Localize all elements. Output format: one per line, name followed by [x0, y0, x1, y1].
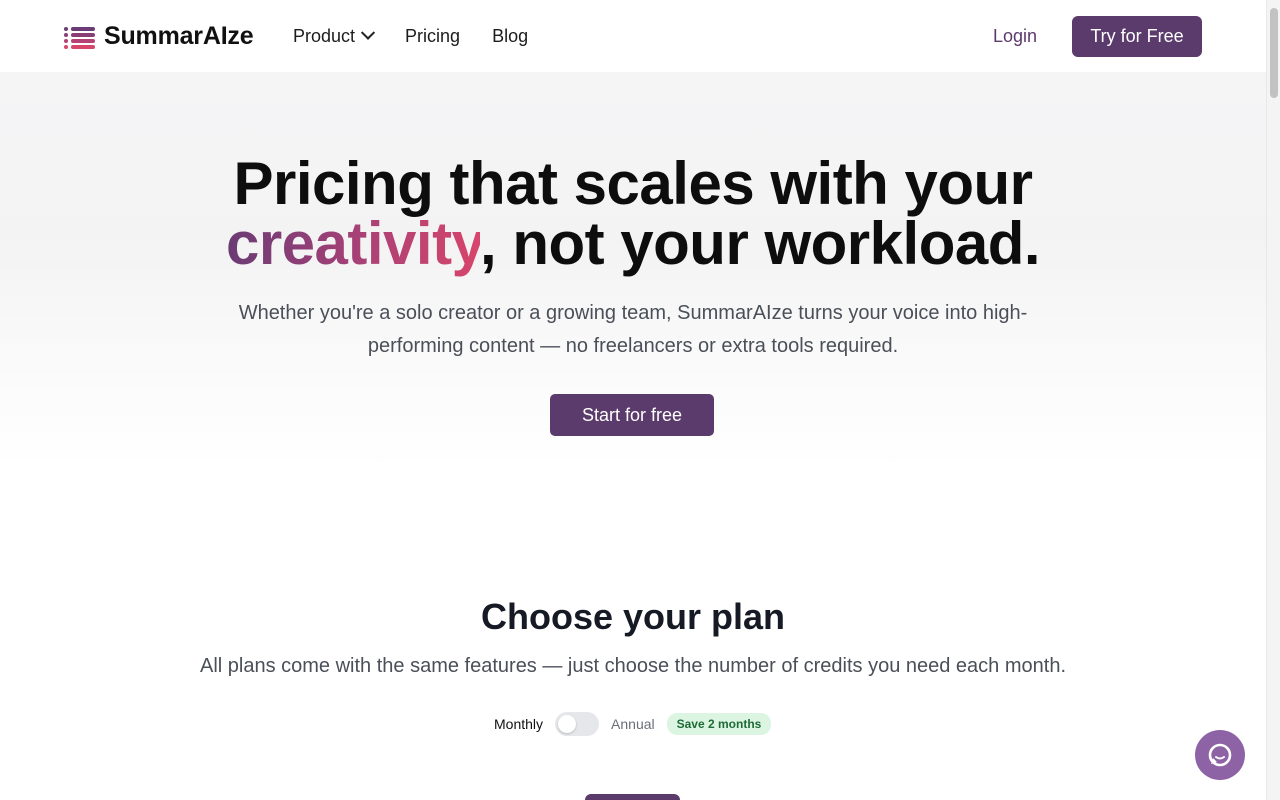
- save-badge: Save 2 months: [666, 713, 772, 735]
- chat-bubble-icon: [1208, 743, 1232, 767]
- nav-item-label: Product: [293, 26, 356, 46]
- brand-logo[interactable]: SummarAIze: [64, 22, 254, 51]
- hero-subtitle: Whether you're a solo creator or a growi…: [238, 302, 1028, 357]
- brand-name: SummarAIze: [104, 22, 254, 50]
- billing-toggle-group: Monthly Annual Save 2 months: [494, 712, 772, 736]
- billing-annual-label[interactable]: Annual: [611, 716, 655, 732]
- hero-title-line1: Pricing that scales with your: [233, 150, 1033, 217]
- start-for-free-button[interactable]: Start for free: [550, 394, 714, 436]
- billing-monthly-label[interactable]: Monthly: [494, 716, 543, 732]
- try-for-free-button[interactable]: Try for Free: [1072, 16, 1202, 57]
- nav-item-label: Blog: [492, 26, 529, 46]
- chevron-down-icon: [360, 25, 376, 40]
- billing-toggle[interactable]: [555, 712, 600, 736]
- nav-item-product[interactable]: Product: [293, 25, 376, 47]
- nav-item-pricing[interactable]: Pricing: [405, 26, 460, 47]
- plans-title: Choose your plan: [480, 596, 786, 637]
- hero-title-rest: , not your workload.: [480, 210, 1041, 277]
- plan-card-button[interactable]: [585, 794, 680, 800]
- hero-title-highlight: creativity: [225, 210, 481, 277]
- nav-item-label: Pricing: [405, 26, 461, 46]
- page: SummarAIze Product Pricing Blog Login Tr…: [0, 0, 1266, 800]
- toggle-knob: [558, 715, 577, 733]
- list-bars-icon: [64, 23, 96, 51]
- login-link[interactable]: Login: [993, 26, 1037, 47]
- top-header: SummarAIze Product Pricing Blog Login Tr…: [0, 0, 1266, 72]
- hero-title: Pricing that scales with your creativity…: [0, 154, 1266, 274]
- nav-item-blog[interactable]: Blog: [492, 26, 528, 47]
- chat-launcher-button[interactable]: [1195, 730, 1245, 780]
- page-scrollbar[interactable]: [1266, 0, 1280, 800]
- plans-subtitle: All plans come with the same features — …: [199, 655, 1066, 677]
- main-nav: Product Pricing Blog: [293, 25, 528, 47]
- scrollbar-thumb[interactable]: [1270, 8, 1278, 98]
